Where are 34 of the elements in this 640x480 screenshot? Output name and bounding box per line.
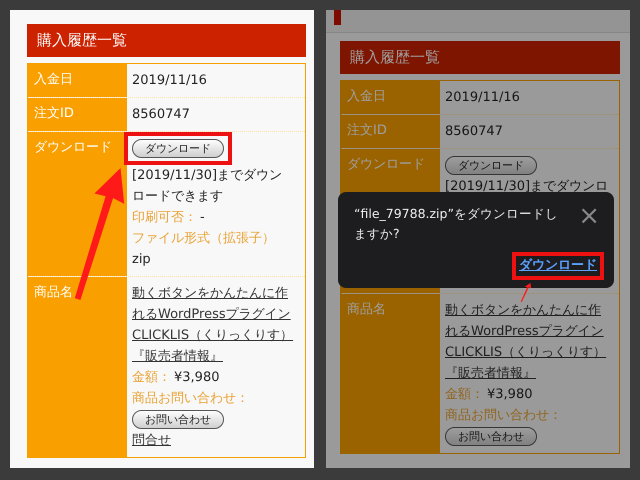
field-value: ¥3,980 (174, 369, 220, 387)
text: [2019/11/30]までダウンロードできます (132, 167, 284, 206)
field-label: 印刷可否： (132, 209, 197, 227)
table-cell: 注文ID (341, 115, 439, 148)
field-label: ファイル形式（拡張子） (132, 230, 275, 248)
table-cell: 入金日 (28, 64, 126, 97)
accent-bar (334, 10, 341, 25)
field-value: - (200, 209, 205, 227)
button[interactable]: ダウンロード (132, 139, 224, 158)
link[interactable]: 『販売者情報』 (132, 346, 223, 367)
table-cell: 商品名 (28, 277, 126, 457)
field-label: 金額： (445, 386, 484, 404)
link[interactable]: 動くボタンをかんたんに作れるWordPressプラグインCLICKLIS（くりっくりす） (445, 300, 609, 363)
button[interactable]: お問い合わせ (132, 410, 224, 429)
button[interactable]: ダウンロード (445, 156, 537, 175)
section-title: 購入履歴一覧 (27, 24, 306, 57)
table-cell: 注文ID (28, 98, 126, 131)
close-button[interactable]: × (574, 204, 604, 228)
field-label: 商品お問い合わせ： (445, 407, 562, 425)
field-value: ¥3,980 (487, 386, 532, 404)
button[interactable]: お問い合わせ (445, 427, 537, 446)
link[interactable]: 問合せ (132, 430, 171, 451)
link[interactable]: 動くボタンをかんたんに作れるWordPressプラグインCLICKLIS（くりっくりす） (132, 283, 295, 346)
download-link[interactable]: ダウンロード (519, 256, 597, 276)
text: zip (132, 251, 151, 269)
section-title: 購入履歴一覧 (340, 41, 620, 74)
field-label: 金額： (132, 369, 171, 387)
field-label: 商品お問い合わせ： (132, 390, 249, 408)
arrow (520, 283, 532, 302)
table-cell: 入金日 (341, 81, 439, 114)
table-cell: ダウンロード (28, 132, 126, 276)
text: [2019/11/30]までダウンロ (445, 178, 608, 196)
table-cell: 商品名 (341, 294, 439, 453)
link[interactable]: 『販売者情報』 (445, 363, 536, 384)
